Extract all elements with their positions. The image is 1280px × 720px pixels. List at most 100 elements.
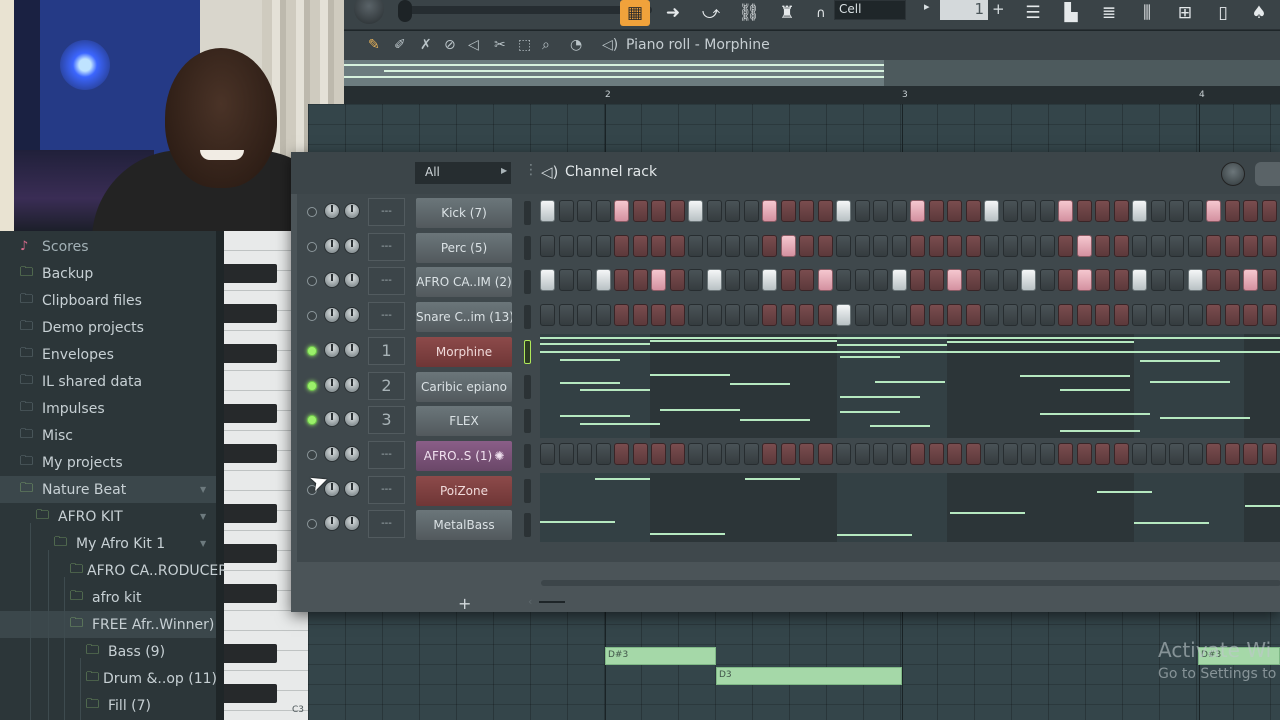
step-button[interactable] xyxy=(1132,442,1147,465)
step-button[interactable] xyxy=(1039,442,1055,465)
step-button[interactable] xyxy=(614,200,629,222)
step-button[interactable] xyxy=(1132,304,1147,327)
step-sequencer[interactable] xyxy=(540,234,1280,261)
step-button[interactable] xyxy=(1058,234,1073,257)
volume-knob[interactable] xyxy=(344,272,360,289)
step-button[interactable] xyxy=(1150,304,1166,327)
snap-arrow-icon[interactable]: ▸ xyxy=(924,0,930,13)
step-button[interactable] xyxy=(651,200,666,222)
step-button[interactable] xyxy=(1076,269,1092,292)
add-channel-button[interactable]: + xyxy=(458,594,471,613)
step-button[interactable] xyxy=(558,200,574,222)
channel-select-strip[interactable] xyxy=(524,305,531,330)
step-button[interactable] xyxy=(1076,304,1092,327)
step-button[interactable] xyxy=(947,200,962,222)
step-button[interactable] xyxy=(1076,234,1092,257)
horizontal-scrollbar[interactable] xyxy=(541,580,1280,586)
step-button[interactable] xyxy=(780,200,796,222)
pan-knob[interactable] xyxy=(324,341,340,358)
browser-item[interactable]: 🗀 Backup xyxy=(20,260,216,287)
step-button[interactable] xyxy=(1113,442,1129,465)
browser-scrollbar[interactable] xyxy=(216,231,224,720)
step-button[interactable] xyxy=(873,269,888,292)
browser-item[interactable]: 🗀 My Afro Kit 1 ▼ xyxy=(54,530,216,557)
mixer-track-select[interactable]: --- xyxy=(368,198,405,226)
channel-row[interactable]: --- AFRO..S (1) ✺ xyxy=(297,438,1280,473)
step-button[interactable] xyxy=(1113,234,1129,257)
channel-rack-icon[interactable]: ≣ xyxy=(1094,0,1124,26)
mute-led[interactable] xyxy=(307,241,317,252)
step-button[interactable] xyxy=(780,442,796,465)
browser-item[interactable]: ♪ Scores xyxy=(20,233,216,260)
browser-item[interactable]: 🗀 Drum &..op (11) xyxy=(86,665,217,692)
step-button[interactable] xyxy=(1039,269,1055,292)
step-button[interactable] xyxy=(947,269,962,292)
pan-knob[interactable] xyxy=(324,272,340,289)
channel-select-strip[interactable] xyxy=(524,339,531,364)
step-button[interactable] xyxy=(873,234,888,257)
step-button[interactable] xyxy=(1002,304,1018,327)
browser-item[interactable]: 🗀 afro kit xyxy=(70,584,216,611)
channel-name-button[interactable]: Kick (7) xyxy=(416,198,512,228)
mixer-track-select[interactable]: 3 xyxy=(368,406,405,435)
volume-knob[interactable] xyxy=(344,203,360,219)
step-button[interactable] xyxy=(1224,234,1240,257)
step-button[interactable] xyxy=(836,304,851,327)
step-button[interactable] xyxy=(1039,304,1055,327)
step-button[interactable] xyxy=(1206,269,1221,292)
step-button[interactable] xyxy=(651,234,666,257)
step-button[interactable] xyxy=(1206,442,1221,465)
step-button[interactable] xyxy=(540,200,555,222)
channel-row[interactable]: 2 Caribic epiano xyxy=(297,368,1280,404)
scroll-handle[interactable] xyxy=(539,601,565,603)
piano-roll-button[interactable]: ▦ xyxy=(620,0,650,26)
volume-knob[interactable] xyxy=(344,411,360,428)
step-button[interactable] xyxy=(577,442,592,465)
step-button[interactable] xyxy=(984,269,999,292)
step-button[interactable] xyxy=(799,234,814,257)
step-button[interactable] xyxy=(1243,442,1258,465)
step-button[interactable] xyxy=(1243,304,1258,327)
step-button[interactable] xyxy=(558,304,574,327)
pan-knob[interactable] xyxy=(324,307,340,324)
step-button[interactable] xyxy=(854,304,870,327)
step-button[interactable] xyxy=(1039,234,1055,257)
step-button[interactable] xyxy=(1113,200,1129,222)
step-button[interactable] xyxy=(614,269,629,292)
step-button[interactable] xyxy=(1169,269,1184,292)
channel-select-strip[interactable] xyxy=(524,443,531,468)
step-button[interactable] xyxy=(836,269,851,292)
channel-name-button[interactable]: FLEX xyxy=(416,406,512,437)
step-button[interactable] xyxy=(595,200,611,222)
step-button[interactable] xyxy=(762,304,777,327)
step-button[interactable] xyxy=(1095,200,1110,222)
step-button[interactable] xyxy=(1169,234,1184,257)
step-button[interactable] xyxy=(743,304,759,327)
master-pitch-slider[interactable] xyxy=(402,6,652,14)
step-button[interactable] xyxy=(817,442,833,465)
step-button[interactable] xyxy=(1206,304,1221,327)
step-button[interactable] xyxy=(725,234,740,257)
playback-tool-icon[interactable]: ◔ xyxy=(570,37,582,53)
step-button[interactable] xyxy=(984,442,999,465)
expand-arrow-icon[interactable]: ▼ xyxy=(200,539,206,548)
step-button[interactable] xyxy=(1021,269,1036,292)
channel-name-button[interactable]: Perc (5) xyxy=(416,232,512,263)
playlist-curve-icon[interactable]: ⤻ xyxy=(696,0,726,26)
channel-select-strip[interactable] xyxy=(524,513,531,538)
step-button[interactable] xyxy=(614,304,629,327)
file-icon[interactable]: ▯ xyxy=(1208,0,1238,26)
step-button[interactable] xyxy=(540,304,555,327)
step-button[interactable] xyxy=(854,234,870,257)
pan-knob[interactable] xyxy=(324,411,340,428)
channel-name-button[interactable]: Caribic epiano xyxy=(416,371,512,402)
step-button[interactable] xyxy=(928,442,944,465)
volume-knob[interactable] xyxy=(344,515,360,532)
pencil-icon[interactable]: ✎ xyxy=(368,37,380,53)
step-button[interactable] xyxy=(1243,269,1258,292)
pattern-number-field[interactable]: 1 xyxy=(940,0,988,20)
pan-knob[interactable] xyxy=(324,237,340,254)
step-button[interactable] xyxy=(854,442,870,465)
volume-knob[interactable] xyxy=(344,376,360,393)
step-button[interactable] xyxy=(817,269,833,292)
